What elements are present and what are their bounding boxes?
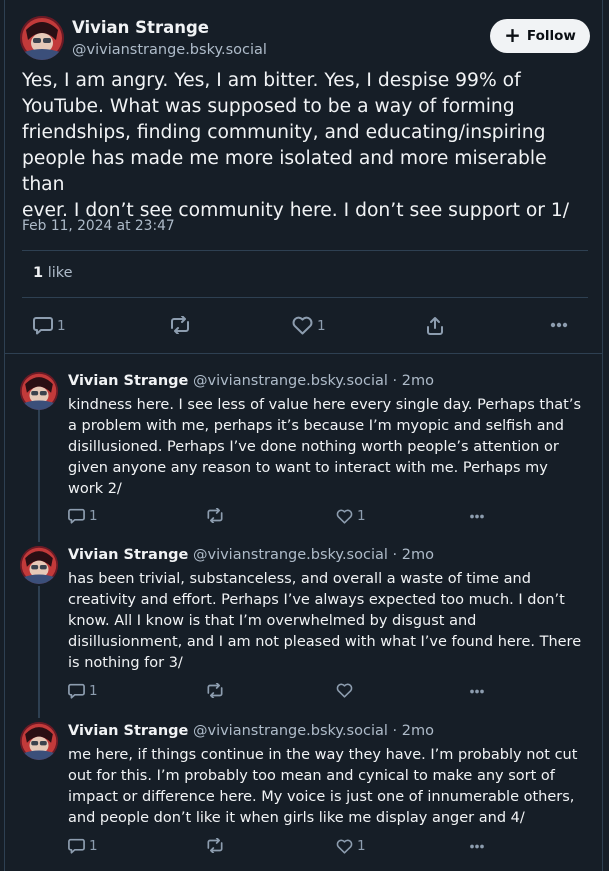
reply-icon	[68, 683, 85, 699]
reply-text: me here, if things continue in the way t…	[68, 747, 578, 826]
reply-age[interactable]: 2mo	[402, 723, 434, 739]
like-count: 1	[357, 508, 366, 524]
thread-reply[interactable]: Vivian Strange @vivianstrange.bsky.socia…	[4, 532, 603, 708]
likes-count: 1	[33, 265, 44, 281]
author-name[interactable]: Vivian Strange	[68, 373, 188, 389]
avatar[interactable]	[20, 16, 64, 60]
likes-summary[interactable]: 1 like	[33, 265, 73, 281]
follow-button[interactable]: + Follow	[490, 19, 590, 53]
thread-connector	[38, 410, 40, 532]
reply-age[interactable]: 2mo	[402, 547, 434, 563]
avatar-image	[20, 16, 64, 60]
reply-count: 1	[89, 508, 98, 524]
thread-connector	[38, 708, 40, 718]
reply-age[interactable]: 2mo	[402, 373, 434, 389]
avatar[interactable]	[20, 372, 58, 410]
avatar-image	[20, 546, 58, 584]
avatar-image	[20, 372, 58, 410]
reply-icon	[68, 508, 85, 524]
more-dots-icon	[470, 689, 484, 694]
repost-icon	[207, 838, 223, 853]
like-count: 1	[317, 317, 326, 334]
more-options-button[interactable]	[469, 689, 485, 694]
author-handle[interactable]: @vivianstrange.bsky.social	[193, 723, 388, 739]
like-count: 1	[357, 838, 366, 854]
reply-header: Vivian Strange @vivianstrange.bsky.socia…	[68, 547, 434, 563]
main-post: Vivian Strange @vivianstrange.bsky.socia…	[4, 0, 603, 354]
author-name[interactable]: Vivian Strange	[68, 723, 188, 739]
share-icon	[427, 317, 443, 335]
follow-label: Follow	[526, 28, 576, 44]
repost-button[interactable]	[205, 683, 225, 698]
author-handle[interactable]: @vivianstrange.bsky.social	[72, 42, 267, 58]
share-button[interactable]	[426, 316, 444, 335]
avatar[interactable]	[20, 722, 58, 760]
like-button[interactable]	[336, 683, 357, 698]
repost-button[interactable]	[205, 838, 225, 853]
reply-text: has been trivial, substanceless, and ove…	[68, 571, 582, 671]
reply-button[interactable]: 1	[68, 683, 98, 699]
divider	[22, 250, 588, 251]
reply-header: Vivian Strange @vivianstrange.bsky.socia…	[68, 373, 434, 389]
more-options-button[interactable]	[469, 514, 485, 519]
plus-icon: +	[504, 23, 521, 47]
like-button[interactable]: 1	[336, 838, 366, 854]
heart-icon	[336, 509, 353, 524]
reply-text: kindness here. I see less of value here …	[68, 397, 582, 497]
heart-icon	[336, 839, 353, 854]
reply-count: 1	[57, 317, 66, 334]
thread-connector	[38, 586, 40, 708]
repost-button[interactable]	[168, 316, 192, 334]
repost-icon	[207, 508, 223, 523]
like-button[interactable]: 1	[292, 316, 326, 335]
thread-reply[interactable]: Vivian Strange @vivianstrange.bsky.socia…	[4, 708, 603, 871]
like-button[interactable]: 1	[336, 508, 366, 524]
reply-button[interactable]: 1	[33, 316, 66, 335]
reply-count: 1	[89, 838, 98, 854]
thread-connector	[38, 532, 40, 542]
avatar[interactable]	[20, 546, 58, 584]
author-handle[interactable]: @vivianstrange.bsky.social	[193, 373, 388, 389]
more-options-button[interactable]	[469, 844, 485, 849]
reply-header: Vivian Strange @vivianstrange.bsky.socia…	[68, 723, 434, 739]
heart-icon	[336, 683, 353, 698]
reply-button[interactable]: 1	[68, 838, 98, 854]
reply-icon	[68, 838, 85, 854]
reply-count: 1	[89, 683, 98, 699]
more-dots-icon	[550, 322, 568, 328]
reply-button[interactable]: 1	[68, 508, 98, 524]
heart-icon	[292, 316, 313, 335]
repost-icon	[207, 683, 223, 698]
more-options-button[interactable]	[550, 322, 568, 328]
author-name[interactable]: Vivian Strange	[72, 18, 209, 37]
likes-label: like	[47, 265, 73, 281]
post-timestamp[interactable]: Feb 11, 2024 at 23:47	[22, 218, 175, 234]
post-text: Yes, I am angry. Yes, I am bitter. Yes, …	[22, 70, 570, 221]
more-dots-icon	[470, 514, 484, 519]
avatar-image	[20, 722, 58, 760]
reply-icon	[33, 317, 53, 335]
more-dots-icon	[470, 844, 484, 849]
divider	[22, 297, 588, 298]
author-handle[interactable]: @vivianstrange.bsky.social	[193, 547, 388, 563]
repost-button[interactable]	[205, 508, 225, 523]
author-name[interactable]: Vivian Strange	[68, 547, 188, 563]
thread-reply[interactable]: Vivian Strange @vivianstrange.bsky.socia…	[4, 354, 603, 532]
repost-icon	[171, 316, 189, 334]
